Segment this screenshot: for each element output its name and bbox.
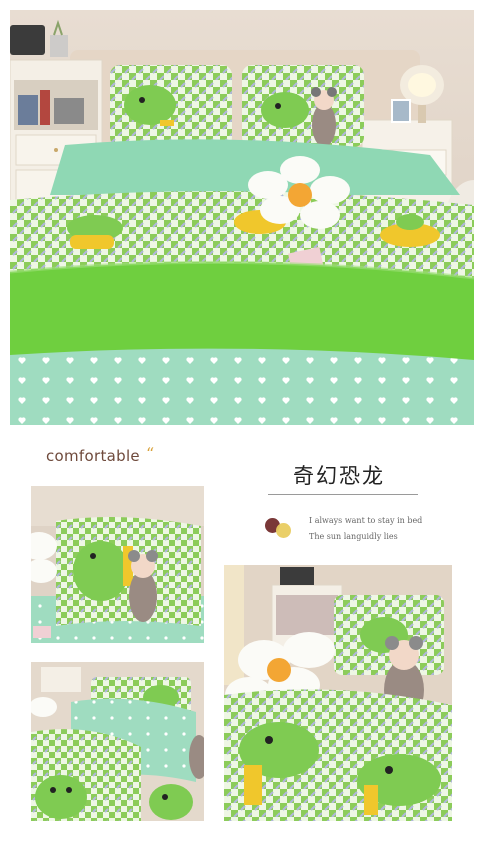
duvet-detail-photo bbox=[31, 662, 204, 821]
tagline-2: The sun languidly lies bbox=[309, 532, 398, 541]
pillow-closeup-photo bbox=[31, 486, 204, 643]
color-swatch-yellow bbox=[276, 523, 291, 538]
title-divider bbox=[268, 494, 418, 495]
quote-mark: “ bbox=[146, 444, 155, 463]
product-title: 奇幻恐龙 bbox=[293, 464, 385, 488]
tagline-1: I always want to stay in bed bbox=[309, 516, 423, 525]
hero-bedroom-photo bbox=[10, 10, 474, 425]
comfortable-label: comfortable bbox=[46, 447, 140, 465]
bed-corner-photo bbox=[224, 565, 452, 821]
